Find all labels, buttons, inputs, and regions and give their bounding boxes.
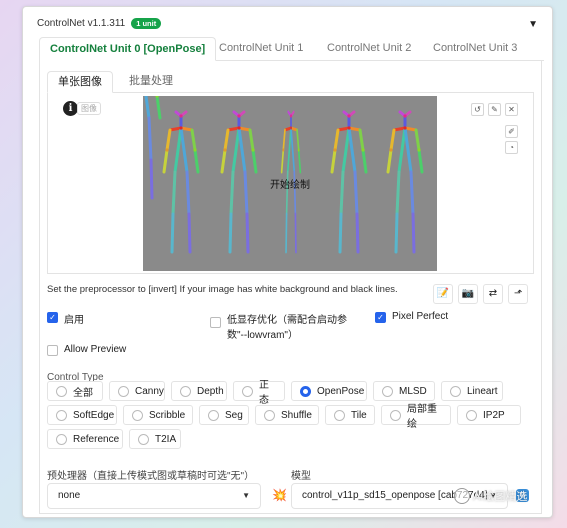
control-type-option-label: Depth — [197, 385, 224, 397]
radio-icon — [390, 409, 401, 421]
control-type-option[interactable]: Seg — [199, 405, 249, 425]
pixel-perfect-check-icon: ✓ — [375, 312, 386, 323]
model-label: 模型 — [291, 471, 311, 482]
info-icon: i — [63, 101, 78, 116]
preprocessor-value: none — [58, 490, 81, 501]
image-mode-tabs: 单张图像 批量处理 — [47, 71, 534, 93]
radio-icon — [466, 409, 477, 421]
radio-icon — [138, 433, 149, 445]
eraser-icon[interactable]: ◔ — [505, 141, 518, 154]
preprocessor-select[interactable]: none ▼ — [47, 483, 261, 509]
unit-count-badge: 1 unit — [131, 18, 162, 29]
watermark: AI绘图精选 — [454, 488, 527, 504]
radio-icon — [56, 409, 67, 421]
control-type-option-label: 全部 — [73, 387, 93, 399]
control-type-option[interactable]: 正态 — [233, 380, 285, 406]
tab-single-image[interactable]: 单张图像 — [47, 71, 113, 93]
image-label: 图像 — [77, 102, 101, 115]
preprocessor-hint: Set the preprocessor to [invert] If your… — [47, 284, 398, 295]
tab-batch[interactable]: 批量处理 — [129, 71, 173, 93]
control-type-option[interactable]: MLSD — [373, 381, 435, 401]
start-drawing-text: 开始绘制 — [270, 180, 310, 191]
control-type-option[interactable]: 局部重绘 — [381, 404, 451, 430]
lowvram-checkbox[interactable]: 低显存优化（需配合启动参数"--lowvram"） — [210, 311, 360, 341]
control-type-option-label: Seg — [225, 409, 243, 421]
wechat-icon — [454, 488, 470, 504]
control-type-option-label: SoftEdge — [73, 409, 115, 421]
control-type-option[interactable]: 全部 — [47, 381, 103, 401]
allow-preview-check-icon — [47, 345, 58, 356]
radio-icon — [300, 385, 311, 397]
undo-icon[interactable]: ↺ — [471, 103, 484, 116]
enable-checkbox[interactable]: ✓ 启用 — [47, 311, 84, 326]
control-type-option-label: Canny — [135, 385, 164, 397]
control-type-option[interactable]: Scribble — [123, 405, 193, 425]
pixel-perfect-checkbox[interactable]: ✓ Pixel Perfect — [375, 311, 448, 323]
radio-icon — [382, 385, 393, 397]
control-type-option-label: Scribble — [149, 409, 186, 421]
swap-icon[interactable]: ⇄ — [483, 284, 503, 304]
control-type-option-label: Shuffle — [281, 409, 312, 421]
radio-icon — [208, 409, 219, 421]
preprocessor-label: 预处理器（直接上传模式图或草稿时可选"无"） — [47, 471, 255, 482]
chevron-down-icon: ▼ — [242, 491, 250, 500]
radio-icon — [450, 385, 461, 397]
pose-canvas[interactable]: 开始绘制 — [143, 96, 437, 271]
unit-tabs: ControlNet Unit 0 [OpenPose] ControlNet … — [39, 37, 544, 61]
control-type-option[interactable]: Lineart — [441, 381, 503, 401]
control-type-option[interactable]: IP2P — [457, 405, 521, 425]
new-canvas-icon[interactable]: 📝 — [433, 284, 453, 304]
radio-icon — [334, 409, 345, 421]
control-type-option-label: MLSD — [399, 385, 427, 397]
tab-unit-0[interactable]: ControlNet Unit 0 [OpenPose] — [39, 37, 217, 61]
camera-icon[interactable]: 📷 — [458, 284, 478, 304]
lowvram-check-icon — [210, 317, 221, 328]
pixel-perfect-label: Pixel Perfect — [392, 311, 449, 322]
edit-icon[interactable]: ✎ — [488, 103, 501, 116]
control-type-option-label: Tile — [351, 409, 367, 421]
control-type-option-label: Reference — [73, 433, 120, 445]
radio-icon — [180, 385, 191, 397]
watermark-text: AI绘图精选 — [473, 491, 528, 503]
control-type-option[interactable]: T2IA — [129, 429, 181, 449]
enable-label: 启用 — [64, 315, 84, 326]
panel-title: ControlNet v1.1.311 — [37, 18, 126, 29]
control-type-option-label: 局部重绘 — [407, 404, 437, 430]
allow-preview-checkbox[interactable]: Allow Preview — [47, 344, 126, 356]
radio-icon — [264, 409, 275, 421]
control-type-option-label: 正态 — [259, 380, 269, 406]
controlnet-panel: ControlNet v1.1.311 1 unit ▼ ControlNet … — [22, 6, 553, 518]
control-type-option[interactable]: Shuffle — [255, 405, 319, 425]
collapse-caret-icon[interactable]: ▼ — [528, 19, 538, 30]
radio-icon — [56, 385, 67, 397]
radio-icon — [132, 409, 143, 421]
control-type-option[interactable]: Tile — [325, 405, 375, 425]
tab-unit-2[interactable]: ControlNet Unit 2 — [327, 37, 411, 61]
lowvram-label: 低显存优化（需配合启动参数"--lowvram"） — [227, 315, 347, 341]
control-type-option[interactable]: Reference — [47, 429, 123, 449]
control-type-option-label: T2IA — [155, 433, 177, 445]
clear-icon[interactable]: ✕ — [505, 103, 518, 116]
allow-preview-label: Allow Preview — [64, 344, 127, 355]
control-type-option[interactable]: SoftEdge — [47, 405, 117, 425]
tab-unit-1[interactable]: ControlNet Unit 1 — [219, 37, 303, 61]
control-type-option-label: IP2P — [483, 409, 505, 421]
enable-check-icon: ✓ — [47, 312, 58, 323]
control-type-option[interactable]: Canny — [109, 381, 165, 401]
radio-icon — [56, 433, 67, 445]
send-dimensions-icon[interactable]: ⬏ — [508, 284, 528, 304]
control-type-option-label: Lineart — [467, 385, 498, 397]
radio-icon — [118, 385, 129, 397]
control-type-option[interactable]: OpenPose — [291, 381, 367, 401]
run-preprocessor-icon[interactable]: 💥 — [272, 488, 287, 502]
control-type-option[interactable]: Depth — [171, 381, 227, 401]
brush-icon[interactable]: ✐ — [505, 125, 518, 138]
radio-icon — [242, 385, 253, 397]
panel-header[interactable]: ControlNet v1.1.311 1 unit — [37, 18, 162, 29]
tab-unit-3[interactable]: ControlNet Unit 3 — [433, 37, 517, 61]
control-type-option-label: OpenPose — [317, 385, 365, 397]
